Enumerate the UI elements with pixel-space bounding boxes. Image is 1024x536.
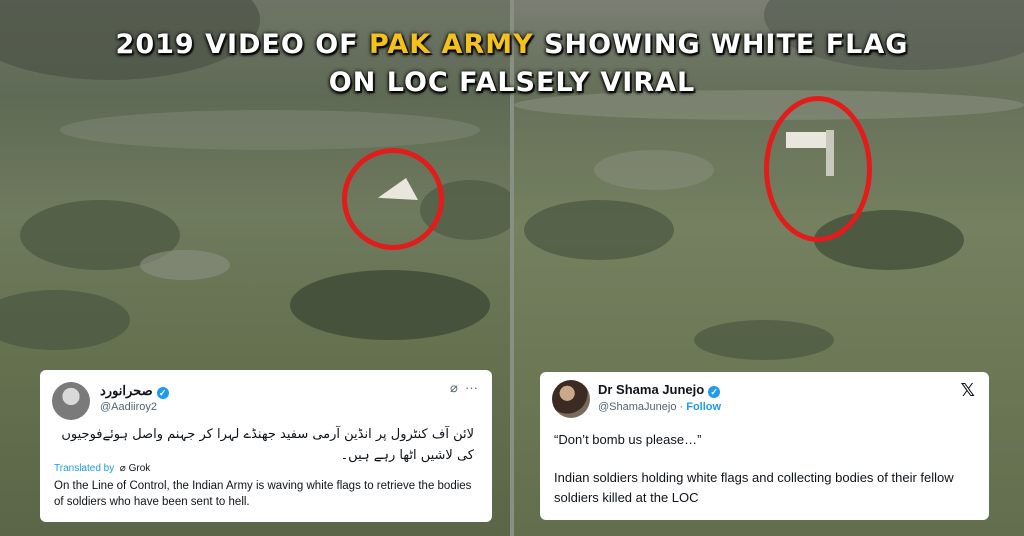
author-name[interactable]: Dr Shama Junejo ✓ — [598, 382, 721, 398]
tweet-text: Indian soldiers holding white flags and … — [554, 470, 954, 505]
grok-icon[interactable]: ⌀ — [450, 380, 458, 395]
x-logo-icon[interactable]: 𝕏 — [960, 380, 975, 401]
translated-by-text: Translated by — [54, 463, 115, 474]
author-name[interactable]: صحرانورد ✓ — [100, 383, 169, 399]
tweet-quote: “Don’t bomb us please…” — [554, 432, 702, 447]
tweet-card-left: صحرانورد ✓ @Aadiiroy2 ⌀ ··· لائن آف کنٹرو… — [40, 370, 492, 522]
author-handle-row: @ShamaJunejo · Follow — [598, 401, 721, 413]
separator-dot: · — [679, 401, 684, 413]
translation-label: Translated by ⌀ Grok — [54, 463, 150, 474]
more-icon[interactable]: ··· — [465, 380, 478, 395]
headline-line1-end: SHOWING WHITE FLAG — [533, 29, 909, 60]
author-handle[interactable]: @Aadiiroy2 — [100, 401, 157, 413]
tweet-card-right: Dr Shama Junejo ✓ @ShamaJunejo · Follow 𝕏… — [540, 372, 989, 520]
highlight-circle-left — [342, 148, 444, 250]
author-name-text: Dr Shama Junejo — [598, 382, 705, 397]
verified-badge-icon: ✓ — [156, 387, 169, 399]
avatar — [52, 382, 90, 420]
grok-logo-icon: ⌀ — [117, 463, 126, 474]
author-name-text: صحرانورد — [100, 383, 153, 398]
soldier-figure-right — [826, 130, 834, 176]
headline-line2: ON LOC FALSELY VIRAL — [328, 67, 696, 98]
tweet-text-translation: On the Line of Control, the Indian Army … — [54, 480, 472, 508]
author-handle[interactable]: @ShamaJunejo — [598, 401, 676, 413]
translator-name: Grok — [128, 463, 151, 474]
avatar — [552, 380, 590, 418]
white-flag-right — [786, 132, 826, 148]
composite-image: 2019 VIDEO OF PAK ARMY SHOWING WHITE FLA… — [0, 0, 1024, 536]
headline-highlight: PAK ARMY — [369, 29, 534, 60]
verified-badge-icon: ✓ — [708, 386, 721, 398]
highlight-circle-right — [764, 96, 872, 242]
tweet-actions: ⌀ ··· — [450, 380, 478, 396]
headline-title: 2019 VIDEO OF PAK ARMY SHOWING WHITE FLA… — [0, 26, 1024, 102]
follow-button[interactable]: Follow — [686, 401, 721, 413]
tweet-text-original: لائن آف کنٹرول پر انڈین آرمی سفید جھنڈے … — [61, 427, 474, 463]
headline-line1-start: 2019 VIDEO OF — [115, 29, 370, 60]
